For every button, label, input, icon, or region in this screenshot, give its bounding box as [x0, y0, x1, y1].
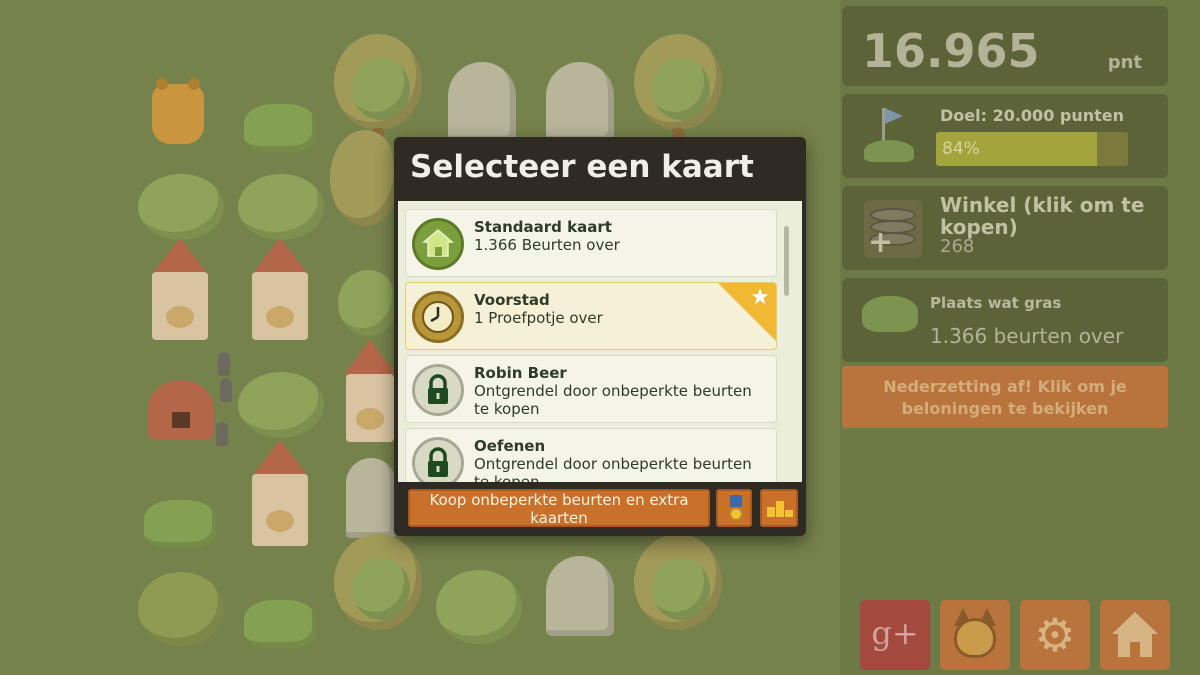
shop-button[interactable]: + Winkel (klik om te kopen) 268 [842, 186, 1168, 270]
google-plus-button[interactable]: g+ [860, 600, 930, 670]
dialog-title: Selecteer een kaart [410, 149, 754, 185]
settlement-rewards-label: Nederzetting af! Klik om je beloningen t… [883, 377, 1127, 418]
map-card-title: Voorstad [474, 291, 550, 309]
buy-unlimited-label: Koop onbeperkte beurten en extra kaarten [429, 491, 689, 527]
buy-unlimited-button[interactable]: Koop onbeperkte beurten en extra kaarten [408, 489, 710, 527]
map-card-standard[interactable]: Standaard kaart 1.366 Beurten over [405, 209, 777, 277]
character-button[interactable] [940, 600, 1010, 670]
map-card-suburb[interactable]: Voorstad 1 Proefpotje over ★ [405, 282, 777, 350]
goal-label: Doel: 20.000 punten [940, 106, 1125, 125]
google-plus-icon: g+ [871, 614, 919, 652]
coin-stack-icon: + [864, 200, 922, 258]
tree-tile [330, 530, 426, 650]
bear-figure [152, 78, 204, 144]
grass-icon [862, 296, 918, 332]
achievements-button[interactable] [716, 489, 752, 527]
next-item-panel: Plaats wat gras 1.366 beurten over [842, 278, 1168, 362]
score-panel: 16.965 pnt [842, 6, 1168, 86]
tree-tile [630, 530, 726, 650]
map-card-practice[interactable]: Oefenen Ontgrendel door onbeperkte beurt… [405, 428, 777, 482]
church-tile [248, 238, 312, 342]
map-select-dialog: Selecteer een kaart Standaard kaart 1.36… [394, 137, 806, 536]
settings-button[interactable]: ⚙ [1020, 600, 1090, 670]
dialog-footer: Koop onbeperkte beurten en extra kaarten [394, 482, 806, 536]
star-icon: ★ [750, 285, 770, 310]
map-card-subtitle: 1.366 Beurten over [474, 236, 620, 254]
map-card-robin-beer[interactable]: Robin Beer Ontgrendel door onbeperkte be… [405, 355, 777, 423]
turns-remaining: 1.366 beurten over [930, 324, 1124, 348]
bush-tile [144, 500, 216, 548]
tree-tile [436, 570, 522, 650]
tree-tile [138, 572, 224, 652]
goal-panel: Doel: 20.000 punten 84% [842, 94, 1168, 178]
map-card-title: Robin Beer [474, 364, 567, 382]
shop-coin-count: 268 [940, 236, 975, 257]
gravestone-tile [546, 62, 614, 142]
settlement-rewards-button[interactable]: Nederzetting af! Klik om je beloningen t… [842, 366, 1168, 428]
shop-label: Winkel (klik om te kopen) [940, 193, 1145, 239]
clock-icon [412, 291, 464, 343]
score-value: 16.965 [862, 24, 1040, 78]
gravestone-tile [346, 458, 396, 538]
goal-progress-text: 84% [942, 139, 980, 159]
tree-tile [138, 174, 224, 244]
gear-icon: ⚙ [1034, 608, 1076, 662]
church-tile [344, 340, 396, 444]
dialog-header: Selecteer een kaart [394, 137, 806, 201]
next-item-label: Plaats wat gras [930, 294, 1062, 312]
villager-figure [220, 378, 232, 402]
gravestone-tile [546, 556, 614, 636]
leaderboard-button[interactable] [760, 489, 798, 527]
villager-figure [218, 352, 230, 376]
tree-tile [238, 174, 324, 244]
house-icon [412, 218, 464, 270]
lock-icon [412, 437, 464, 482]
score-unit: pnt [1107, 52, 1142, 73]
bush-tile [244, 600, 316, 648]
church-tile [148, 238, 212, 342]
home-button[interactable] [1100, 600, 1170, 670]
gravestone-tile [448, 62, 516, 142]
map-card-title: Standaard kaart [474, 218, 612, 236]
bush-tile [244, 104, 316, 152]
tree-tile [330, 130, 400, 240]
goal-progress-bar: 84% [936, 132, 1128, 166]
map-list-scrollbar[interactable] [784, 226, 789, 296]
map-list[interactable]: Standaard kaart 1.366 Beurten over Voors… [398, 201, 802, 482]
villager-figure [216, 422, 228, 446]
church-tile [248, 440, 312, 550]
tree-tile [630, 30, 726, 150]
tree-tile [338, 270, 398, 340]
lock-icon [412, 364, 464, 416]
map-card-subtitle: Ontgrendel door onbeperkte beurten te ko… [474, 455, 752, 482]
map-card-title: Oefenen [474, 437, 546, 455]
hut-tile [148, 380, 214, 440]
map-card-subtitle: Ontgrendel door onbeperkte beurten te ko… [474, 382, 752, 418]
tree-tile [238, 372, 324, 442]
